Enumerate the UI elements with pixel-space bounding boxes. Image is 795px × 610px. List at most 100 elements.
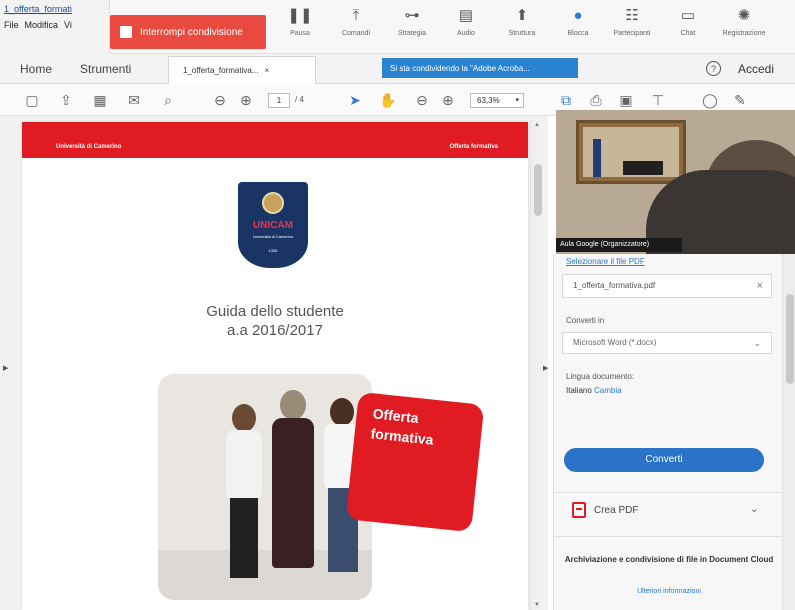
- pdf-page: Università di Camerino Offerta formativa…: [22, 122, 528, 610]
- structure-button[interactable]: ⬆ Struttura: [494, 8, 550, 50]
- acrobat-tab-row: Home Strumenti 1_offerta_formativa... × …: [0, 54, 795, 84]
- signin-button[interactable]: Accedi: [738, 62, 774, 76]
- scroll-thumb[interactable]: [534, 164, 542, 216]
- tab-tools[interactable]: Strumenti: [80, 62, 131, 76]
- language-label: Lingua documento:: [566, 372, 635, 381]
- convert-button[interactable]: Converti: [564, 448, 764, 472]
- new-file-icon[interactable]: ▢: [22, 90, 42, 110]
- lock-button[interactable]: ● Blocca: [550, 8, 606, 50]
- chevron-down-icon: ▾: [515, 97, 519, 104]
- scroll-down-icon[interactable]: ▼: [534, 602, 540, 608]
- scroll-up-icon[interactable]: ▲: [534, 122, 540, 128]
- help-icon[interactable]: ?: [706, 61, 721, 76]
- prev-page-icon[interactable]: ⊖: [210, 90, 230, 110]
- select-pdf-link[interactable]: Selezionare il file PDF: [566, 257, 645, 266]
- document-cloud-promo: Archiviazione e condivisione di file in …: [564, 555, 774, 564]
- search-icon[interactable]: ⌕: [158, 90, 178, 110]
- hierarchy-icon: ⊶: [404, 7, 420, 24]
- document-title-line1: Guida dello studente: [206, 303, 344, 320]
- next-page-icon[interactable]: ⊕: [236, 90, 256, 110]
- stamp-icon[interactable]: ⊤: [648, 90, 668, 110]
- webcam-name-label: Aula Google (Organizzatore): [556, 238, 682, 252]
- menu-view[interactable]: Vi: [64, 20, 72, 30]
- language-value: Italiano: [566, 386, 592, 395]
- document-title: Guida dello studente a.a 2016/2017: [22, 302, 528, 340]
- menu-file[interactable]: File: [4, 20, 19, 30]
- panel-scrollbar[interactable]: [782, 254, 795, 610]
- pause-button[interactable]: ❚❚ Pausa: [272, 8, 328, 50]
- students-photo: [158, 374, 372, 600]
- window-tab-title[interactable]: 1_offerta_formati: [4, 4, 72, 14]
- export-icon[interactable]: ⎙: [586, 90, 606, 110]
- upload-cloud-icon[interactable]: ⇪: [56, 90, 76, 110]
- audio-button[interactable]: ▤ Audio: [438, 8, 494, 50]
- header-right-text: Offerta formativa: [449, 144, 498, 150]
- acrobat-title-strip: 1_offerta_formati File Modifica Vi: [0, 0, 110, 54]
- hand-icon[interactable]: ✋: [378, 90, 398, 110]
- commands-button[interactable]: ⤒ Comandi: [328, 8, 384, 50]
- clear-file-icon[interactable]: ×: [757, 275, 763, 297]
- right-pane-toggle-icon[interactable]: ▶: [543, 364, 548, 372]
- page-number-input[interactable]: 1: [268, 93, 290, 108]
- convert-to-label: Converti in: [566, 316, 605, 325]
- stop-sharing-button[interactable]: Interrompi condivisione: [110, 15, 266, 49]
- cursor-icon[interactable]: ➤: [345, 90, 365, 110]
- pointer-icon: ⬆: [515, 7, 529, 24]
- selected-file-field[interactable]: 1_offerta_formativa.pdf ×: [562, 274, 772, 298]
- page-header-band: Università di Camerino Offerta formativa: [22, 122, 528, 158]
- zoom-select[interactable]: 63,3% ▾: [470, 93, 524, 108]
- close-tab-icon[interactable]: ×: [264, 66, 269, 75]
- create-pdf-item[interactable]: Crea PDF: [572, 502, 638, 518]
- zoom-in-icon[interactable]: ⊕: [438, 90, 458, 110]
- document-scrollbar[interactable]: ▲ ▼: [530, 120, 544, 610]
- chevron-down-icon[interactable]: ⌄: [750, 504, 758, 515]
- menu-bar: File Modifica Vi: [4, 20, 72, 30]
- scan-icon[interactable]: ▣: [616, 90, 636, 110]
- sign-icon[interactable]: ✎: [730, 90, 750, 110]
- change-language-link[interactable]: Cambia: [594, 386, 622, 395]
- document-title-line2: a.a 2016/2017: [227, 322, 323, 339]
- record-button[interactable]: ✺ Registrazione: [716, 8, 772, 50]
- format-value: Microsoft Word (*.docx): [573, 338, 657, 347]
- meeting-toolbar: Interrompi condivisione ❚❚ Pausa ⤒ Coman…: [110, 0, 795, 54]
- chat-icon: ▭: [680, 7, 696, 24]
- export-pdf-panel: Selezionare il file PDF 1_offerta_format…: [553, 254, 795, 610]
- chat-square-icon: ▤: [458, 7, 474, 24]
- zoom-out-icon[interactable]: ⊖: [412, 90, 432, 110]
- create-pdf-icon: [572, 502, 586, 518]
- strategy-button[interactable]: ⊶ Strategia: [384, 8, 440, 50]
- chevron-down-icon: ⌄: [753, 338, 761, 348]
- menu-edit[interactable]: Modifica: [25, 20, 59, 30]
- webcam-video: [556, 110, 795, 254]
- divider: [554, 492, 782, 493]
- language-row: Italiano Cambia: [566, 386, 622, 395]
- university-crest-logo: UNICAM Università di Camerino 1336: [238, 182, 308, 268]
- print-icon[interactable]: ▦: [90, 90, 110, 110]
- participants-button[interactable]: ☷ Partecipanti: [604, 8, 660, 50]
- selected-file-name: 1_offerta_formativa.pdf: [573, 281, 656, 290]
- crest-subtitle: Università di Camerino: [252, 234, 294, 239]
- participants-icon: ☷: [625, 7, 639, 24]
- left-pane-toggle-icon[interactable]: ▶: [3, 364, 8, 372]
- offer-card: Offerta formativa: [345, 391, 485, 533]
- format-select[interactable]: Microsoft Word (*.docx) ⌄: [562, 332, 772, 354]
- fit-page-icon[interactable]: ⧉: [556, 90, 576, 110]
- panel-scroll-thumb[interactable]: [786, 294, 794, 384]
- comment-icon[interactable]: ◯: [700, 90, 720, 110]
- header-left-text: Università di Camerino: [56, 144, 122, 150]
- pen-circle-icon: ●: [573, 7, 583, 24]
- crest-year: 1336: [268, 248, 278, 253]
- chat-button[interactable]: ▭ Chat: [660, 8, 716, 50]
- tab-document[interactable]: 1_offerta_formativa... ×: [168, 56, 316, 84]
- page-total: / 4: [295, 95, 304, 104]
- document-viewport[interactable]: ▶ Università di Camerino Offerta formati…: [0, 116, 548, 610]
- shelf: [576, 120, 686, 184]
- record-icon: ✺: [737, 7, 751, 24]
- tab-home[interactable]: Home: [20, 62, 52, 76]
- learn-more-link[interactable]: Ulteriori informazioni: [564, 588, 774, 595]
- divider: [554, 536, 782, 537]
- mail-icon[interactable]: ✉: [124, 90, 144, 110]
- tab-document-label: 1_offerta_formativa...: [183, 66, 259, 75]
- upload-icon: ⤒: [352, 7, 360, 24]
- stop-sharing-label: Interrompi condivisione: [140, 26, 243, 38]
